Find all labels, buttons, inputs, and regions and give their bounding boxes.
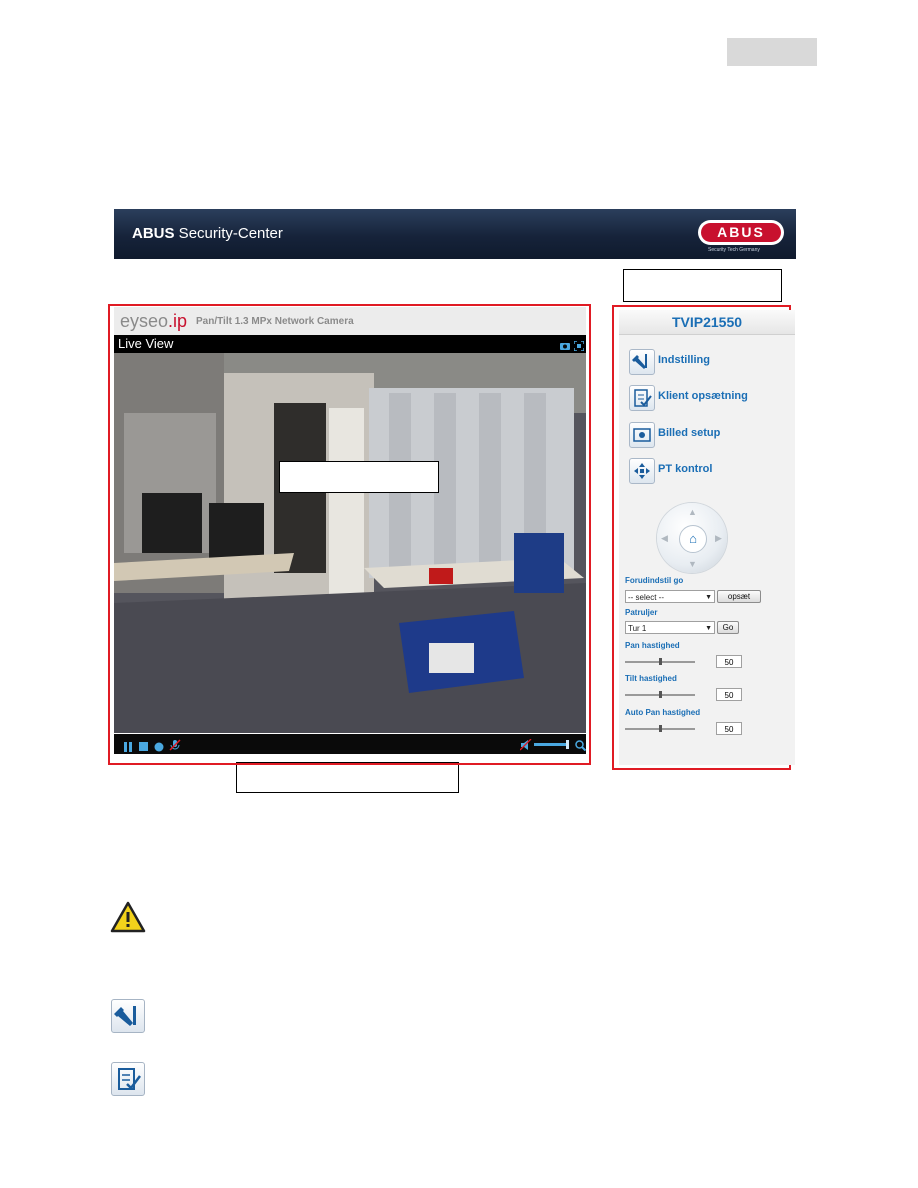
ptz-down-arrow-icon[interactable]: ▼	[688, 559, 697, 569]
pan-speed-label: Pan hastighed	[625, 641, 680, 650]
tools-icon	[629, 349, 655, 375]
ptz-home-icon[interactable]: ⌂	[679, 525, 707, 553]
tilt-speed-slider[interactable]	[625, 691, 695, 698]
abus-logo: ABUS	[698, 220, 784, 245]
preset-label: Forudindstil go	[625, 576, 684, 585]
preset-setup-button[interactable]: opsæt	[717, 590, 761, 603]
abus-logo-tagline: Security Tech Germany	[708, 247, 760, 253]
tilt-speed-thumb[interactable]	[659, 691, 662, 698]
ptz-up-arrow-icon[interactable]: ▲	[688, 507, 697, 517]
page-corner-tab	[727, 38, 817, 66]
menu-item-image-setup[interactable]: Billed setup	[629, 422, 789, 448]
tools-icon	[111, 999, 145, 1033]
patrol-select-value: Tur 1	[628, 624, 647, 633]
banner-title: ABUS Security-Center	[132, 225, 283, 242]
ptz-right-arrow-icon[interactable]: ▶	[715, 533, 722, 544]
auto-pan-speed-thumb[interactable]	[659, 725, 662, 732]
callout-box-controls	[236, 762, 459, 793]
pan-speed-slider[interactable]	[625, 658, 695, 665]
menu-item-settings[interactable]: Indstilling	[629, 349, 789, 375]
auto-pan-speed-input[interactable]: 50	[716, 722, 742, 735]
chevron-down-icon: ▼	[705, 594, 712, 601]
patrol-select[interactable]: Tur 1 ▼	[625, 621, 715, 634]
tilt-speed-input[interactable]: 50	[716, 688, 742, 701]
menu-item-pt-control[interactable]: PT kontrol	[629, 458, 789, 484]
pan-speed-input[interactable]: 50	[716, 655, 742, 668]
highlight-frame-video	[108, 304, 591, 765]
warning-icon	[110, 901, 146, 933]
menu-label-pt-control: PT kontrol	[658, 463, 713, 475]
tilt-speed-label: Tilt hastighed	[625, 674, 677, 683]
menu-item-client-setup[interactable]: Klient opsætning	[629, 385, 789, 411]
preset-select-value: -- select --	[628, 593, 664, 602]
image-icon	[629, 422, 655, 448]
move-icon	[629, 458, 655, 484]
abus-logo-text: ABUS	[701, 223, 781, 242]
auto-pan-speed-slider[interactable]	[625, 725, 695, 732]
menu-label-image-setup: Billed setup	[658, 427, 721, 439]
camera-sidebar: TVIP21550 Indstilling Klient opsætning B…	[619, 310, 795, 765]
checklist-icon	[111, 1062, 145, 1096]
menu-label-settings: Indstilling	[658, 354, 710, 366]
pan-speed-thumb[interactable]	[659, 658, 662, 665]
menu-label-client-setup: Klient opsætning	[658, 390, 748, 402]
patrol-go-button[interactable]: Go	[717, 621, 739, 634]
checklist-icon	[629, 385, 655, 411]
camera-model-title: TVIP21550	[619, 310, 795, 335]
patrol-label: Patruljer	[625, 608, 658, 617]
callout-box-sidebar	[623, 269, 782, 302]
ptz-left-arrow-icon[interactable]: ◀	[661, 533, 668, 544]
callout-box-video	[279, 461, 439, 493]
app-banner: ABUS Security-Center ABUS Security Tech …	[114, 209, 796, 259]
chevron-down-icon: ▼	[705, 625, 712, 632]
auto-pan-speed-label: Auto Pan hastighed	[625, 708, 701, 717]
preset-select[interactable]: -- select -- ▼	[625, 590, 715, 603]
ptz-joystick[interactable]: ▲ ▼ ◀ ▶ ⌂	[657, 503, 727, 573]
